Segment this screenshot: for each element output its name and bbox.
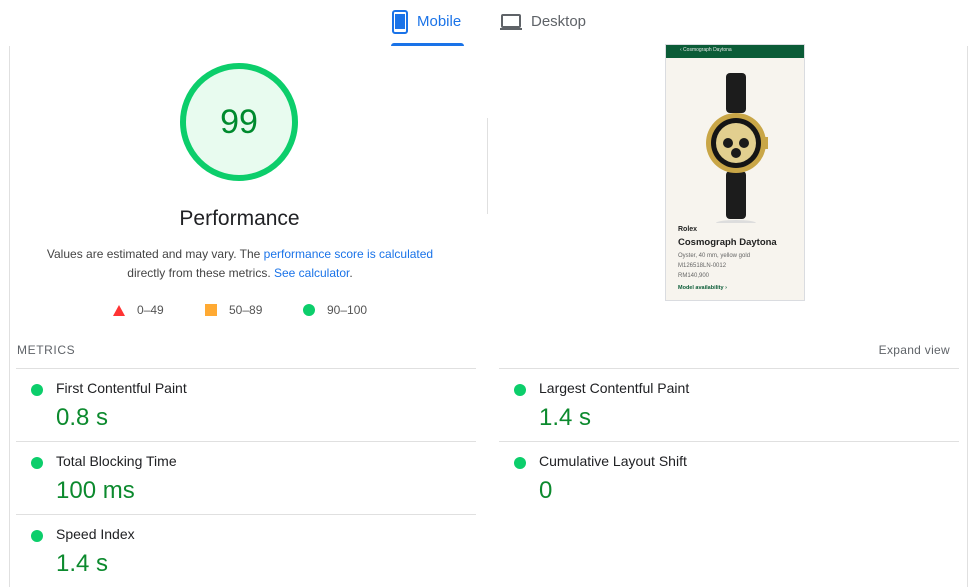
metric-name: First Contentful Paint <box>56 380 187 396</box>
smartphone-icon <box>391 10 409 34</box>
tab-mobile-label: Mobile <box>417 13 462 30</box>
metric-value: 1.4 s <box>56 550 109 577</box>
tab-desktop-label: Desktop <box>531 13 587 30</box>
metric-value: 0.8 s <box>56 404 109 431</box>
metric-divider <box>499 368 959 369</box>
laptop-icon <box>499 10 523 34</box>
score-calculated-link[interactable]: performance score is calculated <box>264 247 433 261</box>
legend-average: 50–89 <box>205 303 262 317</box>
metric-name: Speed Index <box>56 526 135 542</box>
page-screenshot-thumbnail: ‹ Cosmograph Daytona Rolex Cosmograph Da… <box>665 44 805 301</box>
legend-pass: 90–100 <box>303 303 367 317</box>
performance-score: 99 <box>220 102 258 141</box>
column-divider <box>487 118 488 214</box>
metric-value: 0 <box>539 477 553 504</box>
pass-circle-icon <box>31 530 43 542</box>
pass-circle-icon <box>31 384 43 396</box>
report-border-right <box>967 46 968 587</box>
metric-divider <box>16 368 476 369</box>
pass-circle-icon <box>514 457 526 469</box>
metric-divider <box>499 441 959 442</box>
metric-divider <box>16 514 476 515</box>
watch-image <box>706 73 768 223</box>
desc-prefix: Values are estimated and may vary. The <box>46 247 264 261</box>
performance-description: Values are estimated and may vary. The p… <box>40 245 440 283</box>
thumb-brand: Rolex <box>678 226 698 233</box>
metric-name: Cumulative Layout Shift <box>539 453 687 469</box>
metric-name: Total Blocking Time <box>56 453 177 469</box>
metric-name: Largest Contentful Paint <box>539 380 690 396</box>
pass-circle-icon <box>514 384 526 396</box>
legend-fail: 0–49 <box>113 303 164 317</box>
legend-average-label: 50–89 <box>229 303 263 317</box>
metric-value: 1.4 s <box>539 404 592 431</box>
thumb-header: ‹ Cosmograph Daytona <box>666 45 804 58</box>
thumb-price: RM140,900 <box>678 273 710 279</box>
desc-middle: directly from these metrics. <box>127 266 274 280</box>
tab-mobile[interactable]: Mobile <box>391 10 464 46</box>
device-tabs: Mobile Desktop <box>0 0 977 46</box>
pass-circle-icon <box>31 457 43 469</box>
metric-divider <box>16 441 476 442</box>
triangle-icon <box>113 304 125 316</box>
thumb-availability-link: Model availability › <box>678 285 727 291</box>
report-border-left <box>9 46 10 587</box>
legend-fail-label: 0–49 <box>137 303 164 317</box>
see-calculator-link[interactable]: See calculator <box>274 266 349 280</box>
thumb-spec: Oyster, 40 mm, yellow gold <box>678 253 751 259</box>
circle-icon <box>303 304 315 316</box>
metrics-header: METRICS <box>17 343 76 357</box>
metric-value: 100 ms <box>56 477 135 504</box>
tab-desktop[interactable]: Desktop <box>499 10 586 46</box>
performance-title: Performance <box>179 207 300 230</box>
legend-pass-label: 90–100 <box>327 303 368 317</box>
expand-view-button[interactable]: Expand view <box>879 343 950 357</box>
thumb-reference: M126518LN-0012 <box>678 263 727 269</box>
square-icon <box>205 304 217 316</box>
desc-suffix: . <box>349 266 353 280</box>
thumb-model: Cosmograph Daytona <box>678 237 777 248</box>
